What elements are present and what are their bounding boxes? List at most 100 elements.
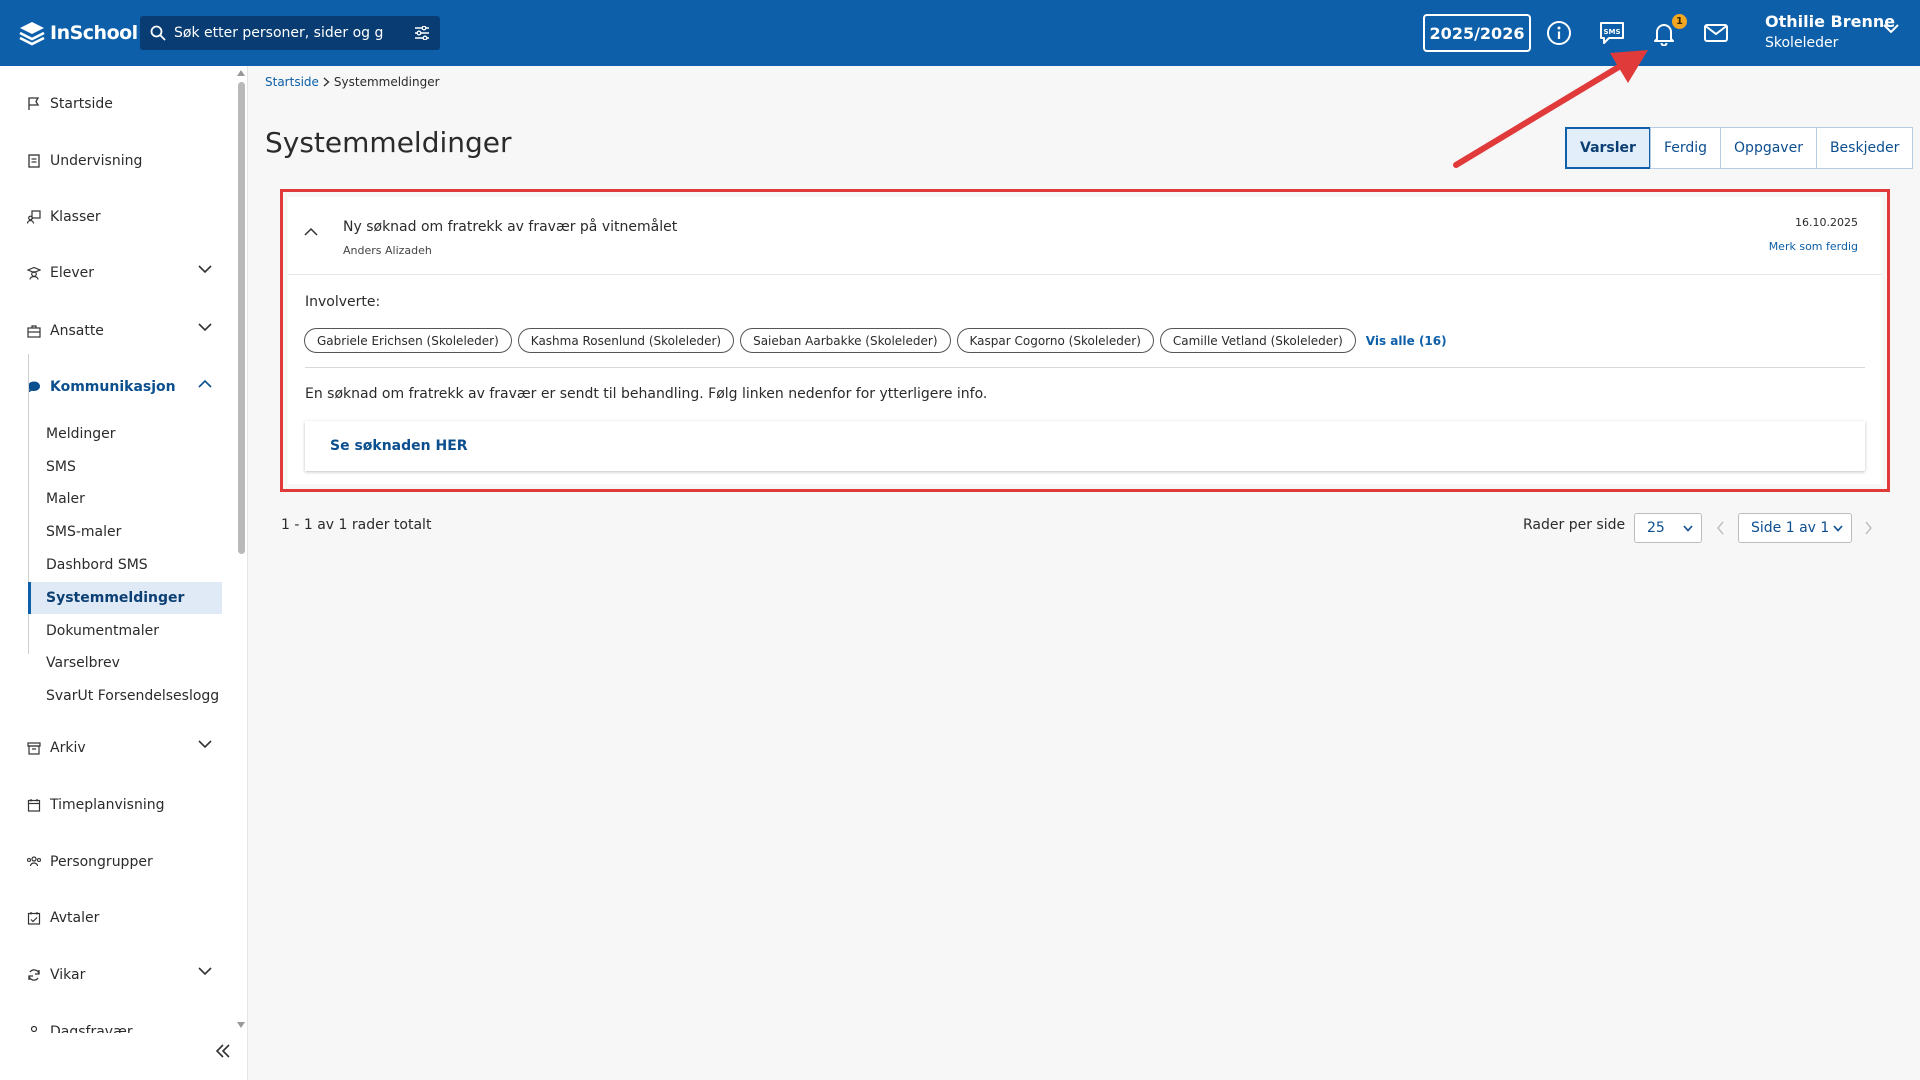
- student-icon: [26, 265, 42, 281]
- chevron-down-icon[interactable]: [198, 740, 212, 749]
- sidebar-item-avtaler[interactable]: Avtaler: [26, 905, 212, 931]
- scroll-down-arrow-icon[interactable]: [236, 1021, 246, 1029]
- rows-per-page-value: 25: [1647, 520, 1665, 536]
- sidebar-item-klasser[interactable]: Klasser: [26, 204, 212, 230]
- tab-varsler[interactable]: Varsler: [1565, 127, 1651, 169]
- global-search[interactable]: [140, 16, 440, 50]
- sidebar-item-arkiv[interactable]: Arkiv: [26, 735, 212, 761]
- show-all-involved-link[interactable]: Vis alle (16): [1366, 334, 1447, 348]
- chevron-up-icon[interactable]: [198, 379, 212, 388]
- sidebar-scroll-thumb[interactable]: [238, 82, 245, 554]
- school-year-button[interactable]: 2025/2026: [1423, 14, 1531, 52]
- submenu-item-meldinger[interactable]: Meldinger: [28, 418, 222, 450]
- user-name: Othilie Brenne: [1765, 12, 1896, 31]
- breadcrumb-current: Systemmeldinger: [333, 75, 440, 89]
- chevron-down-icon[interactable]: [198, 323, 212, 332]
- involved-chip[interactable]: Gabriele Erichsen (Skoleleder): [304, 328, 512, 353]
- chevron-right-icon: [323, 77, 330, 87]
- calendar-check-icon: [26, 910, 42, 926]
- involved-chip[interactable]: Camille Vetland (Skoleleder): [1159, 328, 1356, 353]
- sidebar-item-ansatte[interactable]: Ansatte: [26, 318, 212, 344]
- previous-page-icon[interactable]: [1716, 521, 1725, 535]
- chevron-down-icon: [1833, 524, 1843, 532]
- breadcrumb-home-link[interactable]: Startside: [265, 75, 319, 89]
- message-body: En søknad om fratrekk av fravær er sendt…: [305, 386, 988, 402]
- next-page-icon[interactable]: [1864, 521, 1873, 535]
- breadcrumb: Startside Systemmeldinger: [265, 75, 440, 89]
- sidebar-item-label: Elever: [50, 265, 95, 281]
- rows-per-page-select[interactable]: 25: [1634, 513, 1702, 543]
- sidebar-item-label: Undervisning: [50, 153, 143, 169]
- chevron-down-icon: [1683, 524, 1693, 532]
- page-title: Systemmeldinger: [265, 126, 512, 159]
- book-icon: [26, 153, 42, 169]
- sidebar-item-vikar[interactable]: Vikar: [26, 962, 212, 988]
- submenu-item-maler[interactable]: Maler: [28, 483, 222, 515]
- tab-ferdig[interactable]: Ferdig: [1649, 127, 1722, 169]
- top-bar: InSchool 2025/2026 SM: [0, 0, 1920, 66]
- page-select-value: Side 1 av 1: [1751, 520, 1830, 536]
- tab-beskjeder[interactable]: Beskjeder: [1815, 127, 1914, 169]
- application-link-box[interactable]: Se søknaden HER: [305, 421, 1865, 471]
- involved-chip[interactable]: Saieban Aarbakke (Skoleleder): [740, 328, 951, 353]
- sidebar-item-elever[interactable]: Elever: [26, 260, 212, 286]
- user-menu[interactable]: Othilie Brenne Skoleleder: [1765, 12, 1895, 51]
- sidebar-item-dagsfravaer[interactable]: Dagsfravær: [26, 1020, 212, 1033]
- filter-settings-icon[interactable]: [414, 26, 430, 40]
- involved-chip[interactable]: Kashma Rosenlund (Skoleleder): [517, 328, 735, 353]
- sidebar-item-undervisning[interactable]: Undervisning: [26, 148, 212, 174]
- sidebar-item-label: Arkiv: [50, 740, 86, 756]
- calendar-icon: [26, 797, 42, 813]
- logo-text: InSchool: [50, 22, 138, 44]
- sidebar-item-label: Persongrupper: [50, 854, 153, 870]
- sms-icon[interactable]: SMS: [1597, 18, 1627, 48]
- double-chevron-left-icon[interactable]: [215, 1044, 231, 1058]
- classroom-icon: [26, 209, 42, 225]
- submenu-item-systemmeldinger[interactable]: Systemmeldinger: [28, 582, 222, 614]
- sidebar-item-label: Ansatte: [50, 323, 104, 339]
- briefcase-icon: [26, 323, 42, 339]
- submenu-item-svarut-forsendelseslogg[interactable]: SvarUt Forsendelseslogg: [28, 680, 222, 712]
- group-icon: [26, 854, 42, 870]
- message-card: Ny søknad om fratrekk av fravær på vitne…: [288, 197, 1882, 484]
- chevron-down-icon[interactable]: [198, 967, 212, 976]
- involved-list: Gabriele Erichsen (Skoleleder) Kashma Ro…: [304, 328, 1447, 353]
- chevron-up-icon[interactable]: [304, 227, 318, 236]
- tab-oppgaver[interactable]: Oppgaver: [1720, 127, 1817, 169]
- message-card-header[interactable]: Ny søknad om fratrekk av fravær på vitne…: [288, 197, 1882, 275]
- sidebar-item-label: Vikar: [50, 967, 86, 983]
- sidebar-item-persongrupper[interactable]: Persongrupper: [26, 849, 212, 875]
- mark-done-link[interactable]: Merk som ferdig: [1769, 240, 1858, 253]
- inschool-logo[interactable]: InSchool: [18, 19, 138, 47]
- svg-text:SMS: SMS: [1603, 28, 1620, 36]
- archive-icon: [26, 740, 42, 756]
- submenu-item-sms[interactable]: SMS: [28, 451, 222, 483]
- application-link[interactable]: Se søknaden HER: [330, 438, 468, 454]
- submenu-item-dokumentmaler[interactable]: Dokumentmaler: [28, 615, 222, 647]
- page-select[interactable]: Side 1 av 1: [1738, 513, 1852, 543]
- flag-icon: [26, 96, 42, 112]
- divider: [305, 367, 1865, 368]
- message-title: Ny søknad om fratrekk av fravær på vitne…: [343, 219, 678, 235]
- refresh-icon: [26, 967, 42, 983]
- mail-icon[interactable]: [1701, 18, 1731, 48]
- sidebar-item-label: Startside: [50, 96, 113, 112]
- submenu-item-sms-maler[interactable]: SMS-maler: [28, 516, 222, 548]
- sidebar-item-timeplanvisning[interactable]: Timeplanvisning: [26, 792, 212, 818]
- search-input[interactable]: [174, 25, 384, 41]
- person-icon: [26, 1024, 42, 1033]
- submenu-item-dashbord-sms[interactable]: Dashbord SMS: [28, 549, 222, 581]
- sidebar-item-label: Timeplanvisning: [50, 797, 165, 813]
- sidebar-item-startside[interactable]: Startside: [26, 91, 212, 117]
- submenu-item-varselbrev[interactable]: Varselbrev: [28, 647, 222, 679]
- sidebar-item-label: Klasser: [50, 209, 101, 225]
- message-author: Anders Alizadeh: [343, 244, 432, 257]
- info-icon[interactable]: [1544, 18, 1574, 48]
- sidebar-item-label: Avtaler: [50, 910, 100, 926]
- chevron-down-icon[interactable]: [198, 265, 212, 274]
- chevron-down-icon[interactable]: [1883, 24, 1899, 34]
- involved-chip[interactable]: Kaspar Cogorno (Skoleleder): [956, 328, 1154, 353]
- message-tabs: Varsler Ferdig Oppgaver Beskjeder: [1565, 127, 1914, 169]
- sidebar-item-kommunikasjon[interactable]: Kommunikasjon: [26, 374, 212, 400]
- scroll-up-arrow-icon[interactable]: [236, 69, 246, 77]
